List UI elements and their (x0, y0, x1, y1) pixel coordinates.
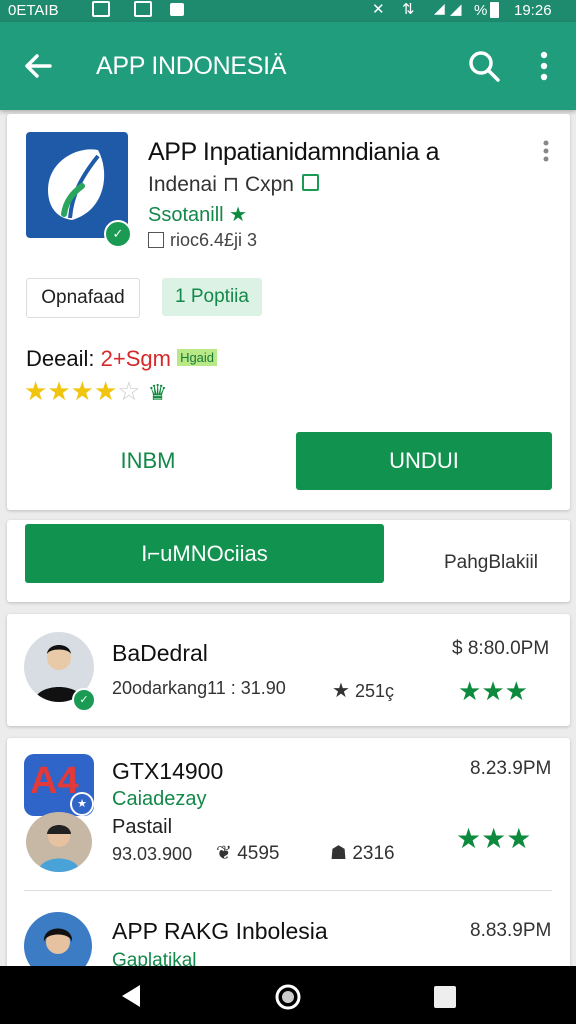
list-item-sub: Caiadezay (112, 788, 207, 810)
avatar (26, 812, 92, 872)
system-nav-bar (0, 966, 576, 1024)
star-empty-icon: ☆ (117, 376, 141, 406)
person-icon (38, 825, 80, 872)
star-icon: ★ (456, 823, 482, 854)
notification-icon (170, 3, 184, 16)
chip-open[interactable]: Opnafaad (26, 278, 140, 318)
meta-text: rioc6.4£ji 3 (170, 230, 258, 250)
price-value: $ 8:80.0PM (452, 638, 550, 659)
list-item-sub2: Pastail (112, 816, 173, 838)
app-category[interactable]: Ssotanill ★ (148, 202, 247, 227)
star-icon: ★ (70, 376, 94, 406)
no-signal-icon: ✕ (372, 1, 385, 18)
secondary-action-link[interactable]: PahgBlakiil (444, 552, 538, 574)
divider (24, 890, 552, 891)
image-icon (92, 1, 110, 17)
nav-back-icon[interactable] (118, 983, 142, 1009)
back-arrow-icon[interactable] (20, 48, 56, 84)
star-icon: ★ (504, 676, 528, 706)
bird-icon: ❦ (216, 843, 232, 864)
list-item-price: $ 8:80.0PM (452, 638, 549, 660)
app-developer: Indenai ⊓ Cxpn (148, 172, 319, 197)
primary-action-button[interactable]: I⌐uMNOciias (25, 524, 384, 583)
star-icon: ★ (506, 823, 532, 854)
list-item-price: 8.83.9PM (470, 920, 552, 941)
list-item-shares: ☗ 2316 (330, 842, 395, 865)
verified-badge-icon: ✓ (72, 688, 96, 712)
app-bar-title: APP INDONESIÄ (96, 52, 287, 80)
more-vert-icon[interactable] (530, 48, 558, 84)
list-item-name: BaDedral (112, 640, 208, 666)
detail-value: 2+Sgm (100, 346, 171, 371)
count-value: 251ç (354, 681, 394, 701)
star-badge-icon: ★ (70, 792, 94, 816)
battery-icon (490, 2, 499, 18)
list-item-sub: 20odarkang11 : 31.90 (112, 678, 286, 698)
star-icon: ★ (481, 676, 505, 706)
star-icon: ★ (93, 376, 118, 406)
list-item-name: APP RAKG Inbolesia (112, 918, 328, 944)
checkbox-icon[interactable] (148, 232, 164, 248)
status-bar: 0ETAIB ✕ ⇅ ◢ ◢ % 19:26 (0, 0, 576, 22)
chip-popular[interactable]: 1 Poptiia (162, 278, 262, 316)
nav-recents-icon[interactable] (434, 986, 456, 1008)
data-icon: ⇅ (402, 1, 415, 18)
count-value: 2316 (352, 843, 395, 864)
star-icon: ★ (481, 823, 507, 854)
star-outline-icon: ★ (332, 680, 350, 702)
app-meta: rioc6.4£ji 3 (148, 230, 257, 251)
crown-icon: ♛ (147, 380, 168, 405)
secondary-button[interactable]: INBM (26, 432, 270, 490)
star-icon: ★ (24, 376, 48, 406)
star-icon: ★ (47, 376, 71, 406)
status-time: 19:26 (514, 2, 552, 19)
count-value: 4595 (237, 843, 280, 864)
developer-name: Indenai ⊓ Cxpn (148, 173, 294, 196)
battery-percent: % (474, 2, 488, 19)
app-title: APP Inpatianidamndiania a (148, 138, 440, 166)
rating-stars: ★★★ (456, 822, 531, 855)
status-text: 0ETAIB (8, 2, 59, 19)
list-item-count: ★ 251ç (332, 678, 394, 703)
category-label: Ssotanill (148, 204, 224, 226)
thumb-icon: ☗ (330, 843, 348, 864)
calendar-icon (301, 174, 319, 191)
list-item-sub: Gaplatikal (112, 950, 197, 966)
detail-row: Deeail: 2+Sgm Hgaid (26, 346, 218, 372)
search-icon[interactable] (466, 48, 502, 84)
detail-tag: Hgaid (177, 349, 218, 366)
list-item-price: 8.23.9PM (470, 758, 552, 779)
rating-stars: ★★★ (458, 676, 528, 707)
download-button[interactable]: UNDUI (296, 432, 552, 490)
nav-home-icon[interactable] (274, 983, 302, 1011)
gallery-icon (134, 1, 152, 17)
rating-stars: ★★★★☆ ♛ (24, 376, 168, 407)
list-item-likes: ❦ 4595 (216, 842, 279, 865)
verified-badge-icon: ✓ (104, 220, 132, 248)
list-item-name: GTX14900 (112, 758, 224, 784)
list-item-meta: 93.03.900 (112, 844, 193, 864)
star-icon: ★ (458, 676, 482, 706)
signal-icon: ◢ (450, 1, 462, 18)
app-bar: APP INDONESIÄ (0, 22, 576, 110)
detail-label: Deeail: (26, 346, 95, 371)
star-icon: ★ (229, 204, 248, 226)
card-menu-icon[interactable] (536, 138, 556, 164)
wifi-icon: ◢ (434, 0, 445, 16)
